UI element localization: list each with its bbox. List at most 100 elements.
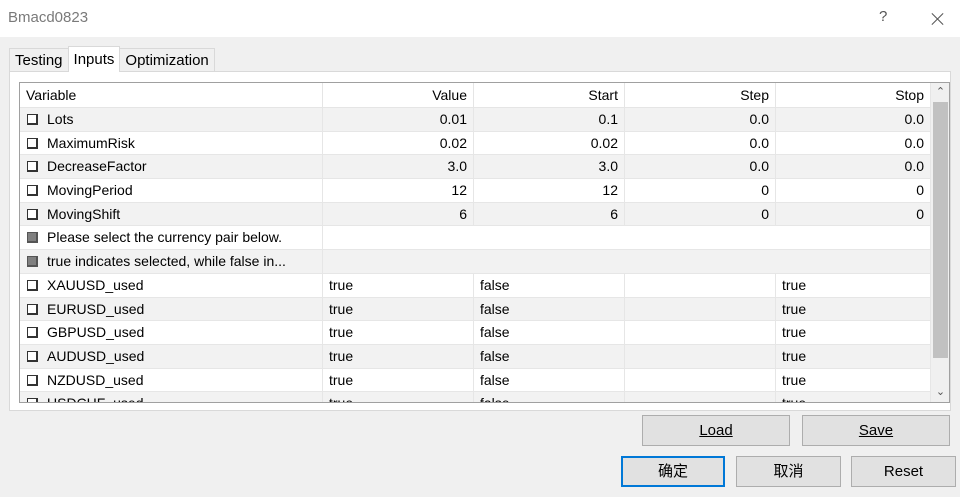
- start-cell[interactable]: false: [474, 368, 625, 392]
- table-row[interactable]: Please select the currency pair below.: [20, 226, 931, 251]
- table-row[interactable]: XAUUSD_used true false true: [20, 273, 931, 298]
- value-cell[interactable]: 3.0: [323, 155, 474, 179]
- step-cell[interactable]: [625, 368, 776, 392]
- close-icon[interactable]: [928, 4, 948, 30]
- value-cell[interactable]: [323, 226, 474, 249]
- row-checkbox[interactable]: [27, 303, 38, 315]
- table-row[interactable]: MovingShift 6 6 0 0: [20, 202, 931, 227]
- step-cell[interactable]: [625, 344, 776, 368]
- value-cell[interactable]: 0.01: [323, 108, 474, 131]
- table-row[interactable]: MovingPeriod 12 12 0 0: [20, 179, 931, 203]
- start-cell[interactable]: 0.02: [474, 131, 625, 155]
- value-cell[interactable]: 6: [323, 202, 474, 226]
- start-cell[interactable]: false: [474, 297, 625, 321]
- tab-testing[interactable]: Testing: [9, 48, 69, 72]
- row-checkbox[interactable]: [27, 350, 38, 362]
- stop-cell[interactable]: 0.0: [776, 155, 931, 179]
- variable-cell: EURUSD_used: [20, 297, 323, 321]
- stop-cell[interactable]: 0: [776, 179, 931, 203]
- start-cell[interactable]: false: [474, 321, 625, 345]
- row-checkbox[interactable]: [27, 185, 38, 197]
- step-cell[interactable]: 0.0: [625, 155, 776, 179]
- table-row[interactable]: NZDUSD_used true false true: [20, 368, 931, 393]
- stop-cell[interactable]: true: [776, 392, 931, 402]
- row-checkbox[interactable]: [27, 114, 38, 125]
- column-header-stop[interactable]: Stop: [776, 83, 931, 108]
- stop-cell[interactable]: [776, 250, 931, 274]
- stop-cell[interactable]: 0.0: [776, 108, 931, 131]
- stop-cell[interactable]: true: [776, 297, 931, 321]
- row-checkbox[interactable]: [27, 161, 38, 173]
- column-header-variable[interactable]: Variable: [20, 83, 323, 108]
- stop-cell[interactable]: true: [776, 273, 931, 297]
- start-cell[interactable]: [474, 250, 625, 273]
- value-cell[interactable]: true: [323, 321, 474, 345]
- value-cell[interactable]: true: [323, 368, 474, 392]
- row-checkbox[interactable]: [27, 232, 38, 244]
- row-checkbox[interactable]: [27, 398, 38, 402]
- table-row[interactable]: AUDUSD_used true false true: [20, 344, 931, 369]
- start-cell[interactable]: [474, 226, 625, 249]
- tab-inputs[interactable]: Inputs: [67, 46, 121, 72]
- step-cell[interactable]: [625, 297, 776, 321]
- stop-cell[interactable]: true: [776, 321, 931, 345]
- tab-optimization[interactable]: Optimization: [119, 48, 215, 72]
- load-button[interactable]: Load: [642, 415, 790, 446]
- column-header-step[interactable]: Step: [625, 83, 776, 108]
- table-row[interactable]: Lots 0.01 0.1 0.0 0.0: [20, 108, 931, 132]
- value-cell[interactable]: true: [323, 297, 474, 321]
- help-icon[interactable]: ?: [879, 8, 887, 25]
- row-checkbox[interactable]: [27, 279, 38, 291]
- table-row[interactable]: MaximumRisk 0.02 0.02 0.0 0.0: [20, 131, 931, 156]
- start-cell[interactable]: 12: [474, 179, 625, 203]
- row-checkbox[interactable]: [27, 374, 38, 386]
- step-cell[interactable]: [625, 392, 776, 402]
- scrollbar-thumb[interactable]: [933, 102, 948, 358]
- step-cell[interactable]: [625, 250, 776, 273]
- step-cell[interactable]: [625, 226, 776, 249]
- value-cell[interactable]: true: [323, 273, 474, 297]
- table-row[interactable]: EURUSD_used true false true: [20, 297, 931, 322]
- table-row[interactable]: DecreaseFactor 3.0 3.0 0.0 0.0: [20, 155, 931, 180]
- table-row[interactable]: true indicates selected, while false in.…: [20, 250, 931, 274]
- stop-cell[interactable]: true: [776, 368, 931, 392]
- value-cell[interactable]: true: [323, 392, 474, 402]
- stop-cell[interactable]: 0: [776, 202, 931, 226]
- step-cell[interactable]: 0: [625, 179, 776, 203]
- variable-name: GBPUSD_used: [47, 324, 145, 341]
- inputs-table: Variable Value Start Step Stop Lots 0.01 0…: [19, 82, 950, 403]
- row-checkbox[interactable]: [27, 208, 38, 220]
- ok-button[interactable]: 确定: [621, 456, 725, 487]
- step-cell[interactable]: 0.0: [625, 131, 776, 155]
- scroll-down-icon[interactable]: ⌄: [931, 383, 949, 402]
- step-cell[interactable]: 0.0: [625, 108, 776, 131]
- column-header-value[interactable]: Value: [323, 83, 474, 108]
- value-cell[interactable]: true: [323, 344, 474, 368]
- stop-cell[interactable]: true: [776, 344, 931, 368]
- row-checkbox[interactable]: [27, 327, 38, 339]
- start-cell[interactable]: 0.1: [474, 108, 625, 131]
- start-cell[interactable]: 3.0: [474, 155, 625, 179]
- scroll-up-icon[interactable]: ⌃: [931, 83, 949, 102]
- stop-cell[interactable]: 0.0: [776, 131, 931, 155]
- column-header-start[interactable]: Start: [474, 83, 625, 108]
- value-cell[interactable]: 0.02: [323, 131, 474, 155]
- value-cell[interactable]: [323, 250, 474, 273]
- save-button[interactable]: Save: [802, 415, 950, 446]
- start-cell[interactable]: false: [474, 273, 625, 297]
- stop-cell[interactable]: [776, 226, 931, 250]
- row-checkbox[interactable]: [27, 137, 38, 149]
- step-cell[interactable]: 0: [625, 202, 776, 226]
- reset-button[interactable]: Reset: [851, 456, 956, 487]
- vertical-scrollbar[interactable]: ⌃ ⌄: [931, 83, 949, 402]
- cancel-button[interactable]: 取消: [736, 456, 841, 487]
- start-cell[interactable]: false: [474, 344, 625, 368]
- table-row[interactable]: USDCHF_usedtruefalsetrue: [20, 392, 931, 402]
- row-checkbox[interactable]: [27, 256, 38, 268]
- start-cell[interactable]: false: [474, 392, 625, 402]
- start-cell[interactable]: 6: [474, 202, 625, 226]
- table-row[interactable]: GBPUSD_used true false true: [20, 321, 931, 345]
- step-cell[interactable]: [625, 273, 776, 297]
- value-cell[interactable]: 12: [323, 179, 474, 203]
- step-cell[interactable]: [625, 321, 776, 345]
